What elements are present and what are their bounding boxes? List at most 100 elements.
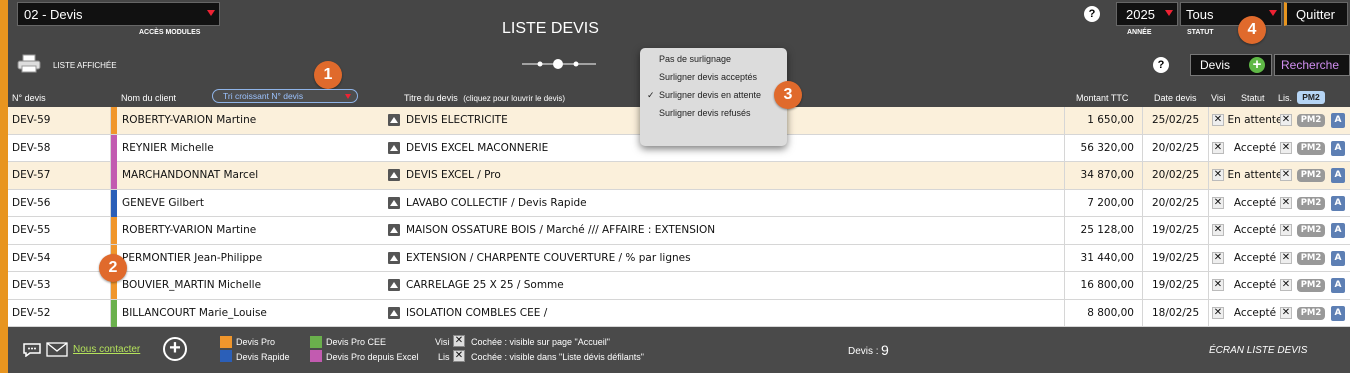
client-name[interactable]: BILLANCOURT Marie_Louise [122, 300, 378, 327]
devis-title[interactable]: DEVIS EXCEL / Pro [406, 162, 1056, 189]
open-devis-icon[interactable] [388, 279, 400, 291]
devis-number[interactable]: DEV-57 [12, 162, 50, 189]
lis-checkbox[interactable]: ✕ [1280, 306, 1292, 319]
pm2-button[interactable]: PM2 [1297, 279, 1325, 292]
a-button[interactable]: A [1331, 250, 1345, 266]
highlight-menu-item[interactable]: Surligner devis refusés [659, 108, 751, 118]
lis-checkbox[interactable]: ✕ [1280, 141, 1292, 154]
quit-button[interactable]: Quitter [1284, 2, 1348, 26]
pager-dots[interactable] [520, 56, 600, 72]
a-button[interactable]: A [1331, 305, 1345, 321]
recherche-button[interactable]: Recherche [1274, 54, 1350, 76]
devis-number[interactable]: DEV-52 [12, 300, 50, 327]
devis-title[interactable]: EXTENSION / CHARPENTE COUVERTURE / % par… [406, 245, 1056, 272]
chat-icon[interactable] [22, 343, 42, 358]
col-header-statut[interactable]: Statut [1241, 93, 1265, 103]
sort-select-value: Tri croissant N° devis [223, 91, 304, 101]
highlight-menu-item[interactable]: Surligner devis acceptés [659, 72, 757, 82]
pm2-button[interactable]: PM2 [1297, 251, 1325, 265]
highlight-menu-item[interactable]: Surligner devis en attente [659, 90, 761, 100]
devis-number[interactable]: DEV-58 [12, 135, 50, 162]
highlight-menu-item[interactable]: Pas de surlignage [659, 54, 731, 64]
visi-checkbox[interactable]: ✕ [1212, 114, 1224, 126]
a-button[interactable]: A [1331, 223, 1345, 238]
col-header-visi[interactable]: Visi [1211, 93, 1225, 103]
table-row[interactable]: DEV-56 GENEVE Gilbert LAVABO COLLECTIF / D… [8, 189, 1350, 217]
a-button[interactable]: A [1331, 140, 1345, 156]
visi-checkbox[interactable]: ✕ [1212, 251, 1224, 264]
client-name[interactable]: ROBERTY-VARION Martine [122, 107, 378, 134]
contact-link[interactable]: Nous contacter [73, 344, 140, 355]
lis-checkbox[interactable]: ✕ [1280, 251, 1292, 264]
chevron-down-icon [1165, 10, 1173, 16]
a-button[interactable]: A [1331, 278, 1345, 293]
visi-checkbox[interactable]: ✕ [1212, 306, 1224, 319]
client-name[interactable]: REYNIER Michelle [122, 135, 378, 162]
lis-checkbox[interactable]: ✕ [1280, 169, 1292, 181]
visi-checkbox[interactable]: ✕ [1212, 196, 1224, 209]
col-header-lis[interactable]: Lis. [1278, 93, 1292, 103]
printer-icon[interactable] [17, 54, 43, 74]
client-name[interactable]: ROBERTY-VARION Martine [122, 217, 378, 244]
client-name[interactable]: BOUVIER_MARTIN Michelle [122, 272, 378, 299]
add-circle-icon[interactable]: + [163, 337, 187, 361]
devis-number[interactable]: DEV-55 [12, 217, 50, 244]
lis-checkbox[interactable]: ✕ [1280, 196, 1292, 209]
pm2-button[interactable]: PM2 [1297, 114, 1325, 127]
open-devis-icon[interactable] [388, 224, 400, 236]
devis-title[interactable]: LAVABO COLLECTIF / Devis Rapide [406, 190, 1056, 217]
col-header-num[interactable]: N° devis [12, 93, 46, 103]
pm2-button[interactable]: PM2 [1297, 196, 1325, 210]
open-devis-icon[interactable] [388, 306, 400, 319]
help-icon[interactable]: ? [1153, 57, 1169, 73]
pm2-button[interactable]: PM2 [1297, 141, 1325, 155]
devis-button[interactable]: Devis + [1190, 54, 1272, 76]
open-devis-icon[interactable] [388, 141, 400, 154]
open-devis-icon[interactable] [388, 196, 400, 209]
module-select[interactable]: 02 - Devis [17, 2, 220, 26]
callout-badge-1: 1 [314, 61, 342, 89]
open-devis-icon[interactable] [388, 169, 400, 181]
a-button[interactable]: A [1331, 195, 1345, 211]
table-row[interactable]: DEV-54 PERMONTIER Jean-Philippe EXTENSION … [8, 244, 1350, 272]
devis-title[interactable]: CARRELAGE 25 X 25 / Somme [406, 272, 1056, 299]
col-header-montant[interactable]: Montant TTC [1076, 93, 1128, 103]
devis-title[interactable]: MAISON OSSATURE BOIS / Marché /// AFFAIR… [406, 217, 1056, 244]
table-row[interactable]: DEV-55 ROBERTY-VARION Martine MAISON OSSAT… [8, 217, 1350, 245]
pm2-button[interactable]: PM2 [1297, 169, 1325, 182]
devis-number[interactable]: DEV-54 [12, 245, 50, 272]
mail-icon[interactable] [46, 342, 68, 357]
open-devis-icon[interactable] [388, 114, 400, 126]
year-select[interactable]: 2025 [1116, 2, 1178, 26]
devis-number[interactable]: DEV-56 [12, 190, 50, 217]
visi-checkbox[interactable]: ✕ [1212, 279, 1224, 291]
status-select[interactable]: Tous [1180, 2, 1282, 26]
devis-title[interactable]: ISOLATION COMBLES CEE / [406, 300, 1056, 327]
lis-checkbox[interactable]: ✕ [1280, 224, 1292, 236]
col-header-client[interactable]: Nom du client [121, 93, 176, 103]
help-icon[interactable]: ? [1084, 6, 1100, 22]
lis-checkbox[interactable]: ✕ [1280, 279, 1292, 291]
devis-number[interactable]: DEV-53 [12, 272, 50, 299]
table-row[interactable]: DEV-57 MARCHANDONNAT Marcel DEVIS EXCEL / … [8, 162, 1350, 190]
a-button[interactable]: A [1331, 113, 1345, 128]
table-row[interactable]: DEV-53 BOUVIER_MARTIN Michelle CARRELAGE 2… [8, 272, 1350, 300]
lis-checkbox[interactable]: ✕ [1280, 114, 1292, 126]
col-header-pm2[interactable]: PM2 [1297, 91, 1325, 104]
open-devis-icon[interactable] [388, 251, 400, 264]
col-header-titre[interactable]: Titre du devis (cliquez pour louvrir le … [404, 93, 565, 103]
sort-select[interactable]: Tri croissant N° devis [212, 89, 358, 103]
a-button[interactable]: A [1331, 168, 1345, 183]
table-row[interactable]: DEV-52 BILLANCOURT Marie_Louise ISOLATION … [8, 299, 1350, 327]
client-name[interactable]: MARCHANDONNAT Marcel [122, 162, 378, 189]
pm2-button[interactable]: PM2 [1297, 224, 1325, 237]
visi-checkbox[interactable]: ✕ [1212, 169, 1224, 181]
montant-ttc: 7 200,00 [1087, 196, 1134, 209]
client-name[interactable]: GENEVE Gilbert [122, 190, 378, 217]
devis-number[interactable]: DEV-59 [12, 107, 50, 134]
col-header-date[interactable]: Date devis [1154, 93, 1197, 103]
client-name[interactable]: PERMONTIER Jean-Philippe [122, 245, 378, 272]
visi-checkbox[interactable]: ✕ [1212, 224, 1224, 236]
pm2-button[interactable]: PM2 [1297, 306, 1325, 320]
visi-checkbox[interactable]: ✕ [1212, 141, 1224, 154]
